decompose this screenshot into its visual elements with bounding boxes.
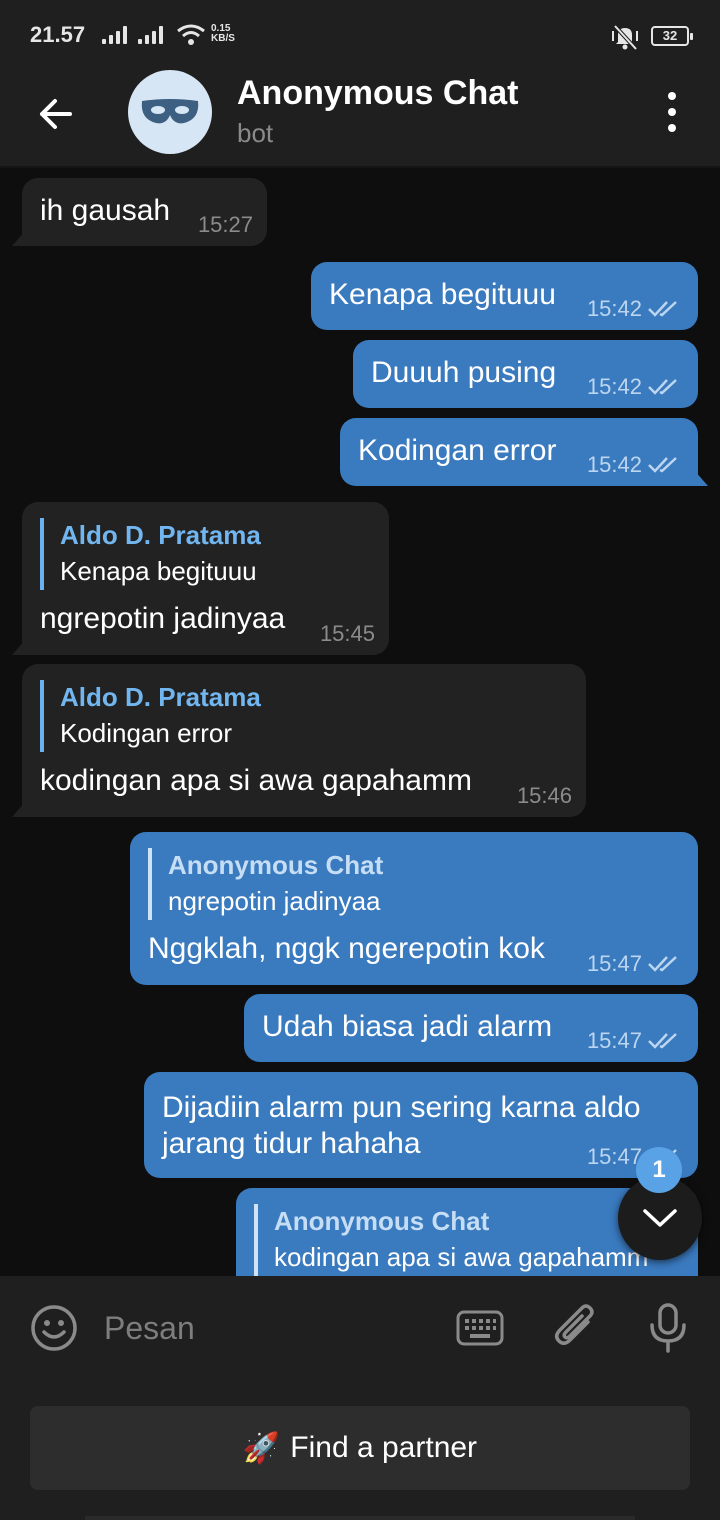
chat-subtitle: bot [237,118,274,148]
reply-text: kodingan apa si awa gapahamm [274,1242,649,1272]
message-outgoing[interactable]: Kodingan error 15:42 [340,418,698,486]
double-check-icon [648,1033,677,1049]
reply-text: ngrepotin jadinyaa [168,886,381,916]
message-time: 15:47 [586,951,642,976]
unread-badge: 1 [636,1147,682,1193]
reply-quote[interactable]: Anonymous Chat kodingan apa si awa gapah… [254,1204,648,1276]
bot-keyboard: 🚀 Find a partner [0,1380,720,1520]
find-partner-button[interactable]: 🚀 Find a partner [30,1406,690,1490]
double-check-icon [648,457,677,473]
message-incoming-reply[interactable]: Aldo D. Pratama Kodingan error kodingan … [22,664,586,817]
rocket-icon: 🚀 [242,1431,281,1465]
chat-title[interactable]: Anonymous Chat [237,74,518,113]
message-text: Kenapa begituuu [329,278,556,311]
status-time: 21.57 [30,22,86,47]
message-time: 15:42 [586,296,642,321]
chat-header: Anonymous Chat bot [0,62,720,168]
message-outgoing[interactable]: Duuuh pusing 15:42 [353,340,698,408]
message-input[interactable] [104,1306,424,1350]
vibrate-bell-off-icon [612,24,638,51]
message-time: 15:47 [586,1028,642,1053]
reply-author: Anonymous Chat [168,850,384,880]
net-speed-unit: KB/S [211,33,235,44]
avatar[interactable] [128,70,212,154]
microphone-icon[interactable] [648,1302,688,1354]
reply-quote[interactable]: Aldo D. Pratama Kenapa begituuu [40,518,261,590]
reply-quote[interactable]: Aldo D. Pratama Kodingan error [40,680,261,752]
message-list[interactable]: ih gausah 15:27 Kenapa begituuu 15:42 Du… [0,168,720,1276]
message-time: 15:42 [586,374,642,399]
message-time: 15:42 [586,452,642,477]
reply-text: Kodingan error [60,718,232,748]
message-input-bar [0,1276,720,1380]
message-text: ih gausah [40,194,171,227]
more-options-icon[interactable] [660,92,684,132]
wifi-icon [177,24,205,45]
paperclip-icon[interactable] [552,1302,600,1354]
double-check-icon [648,301,677,317]
chevron-down-icon [643,1209,677,1227]
message-time: 15:27 [197,212,253,237]
message-text: Duuuh pusing [371,356,557,389]
signal-icon [102,26,127,44]
message-text: Udah biasa jadi alarm [262,1010,553,1043]
double-check-icon [648,379,677,395]
reply-author: Anonymous Chat [274,1206,490,1236]
message-outgoing[interactable]: Dijadiin alarm pun sering karna aldo jar… [144,1072,698,1178]
emoji-icon[interactable] [30,1304,78,1352]
status-bar: 21.57 0.15 KB/S 32 [0,0,720,62]
message-incoming[interactable]: ih gausah 15:27 [22,178,267,246]
message-incoming-reply[interactable]: Aldo D. Pratama Kenapa begituuu ngrepoti… [22,502,389,655]
message-outgoing[interactable]: Udah biasa jadi alarm 15:47 [244,994,698,1062]
signal-icon-2 [138,26,163,44]
back-arrow-icon[interactable] [34,92,78,136]
message-time: 15:46 [516,783,572,808]
message-text: kodingan apa si awa gapahamm [40,764,472,797]
net-speed: 0.15 KB/S [211,24,235,44]
reply-quote[interactable]: Anonymous Chat ngrepotin jadinyaa [148,848,383,920]
double-check-icon [648,956,677,972]
message-outgoing-reply[interactable]: Anonymous Chat ngrepotin jadinyaa Nggkla… [130,832,698,985]
find-partner-label: Find a partner [290,1431,478,1464]
message-time: 15:47 [586,1144,642,1169]
reply-author: Aldo D. Pratama [60,520,261,550]
battery-indicator: 32 [651,26,693,46]
reply-text: Kenapa begituuu [60,556,257,586]
message-time: 15:45 [319,621,375,646]
home-indicator [85,1516,635,1520]
message-text: Kodingan error [358,434,557,467]
mask-icon [141,99,199,124]
message-outgoing[interactable]: Kenapa begituuu 15:42 [311,262,698,330]
reply-author: Aldo D. Pratama [60,682,261,712]
keyboard-icon[interactable] [456,1310,504,1346]
message-text: Nggklah, nggk ngerepotin kok [148,932,545,965]
message-text: ngrepotin jadinyaa [40,602,286,635]
